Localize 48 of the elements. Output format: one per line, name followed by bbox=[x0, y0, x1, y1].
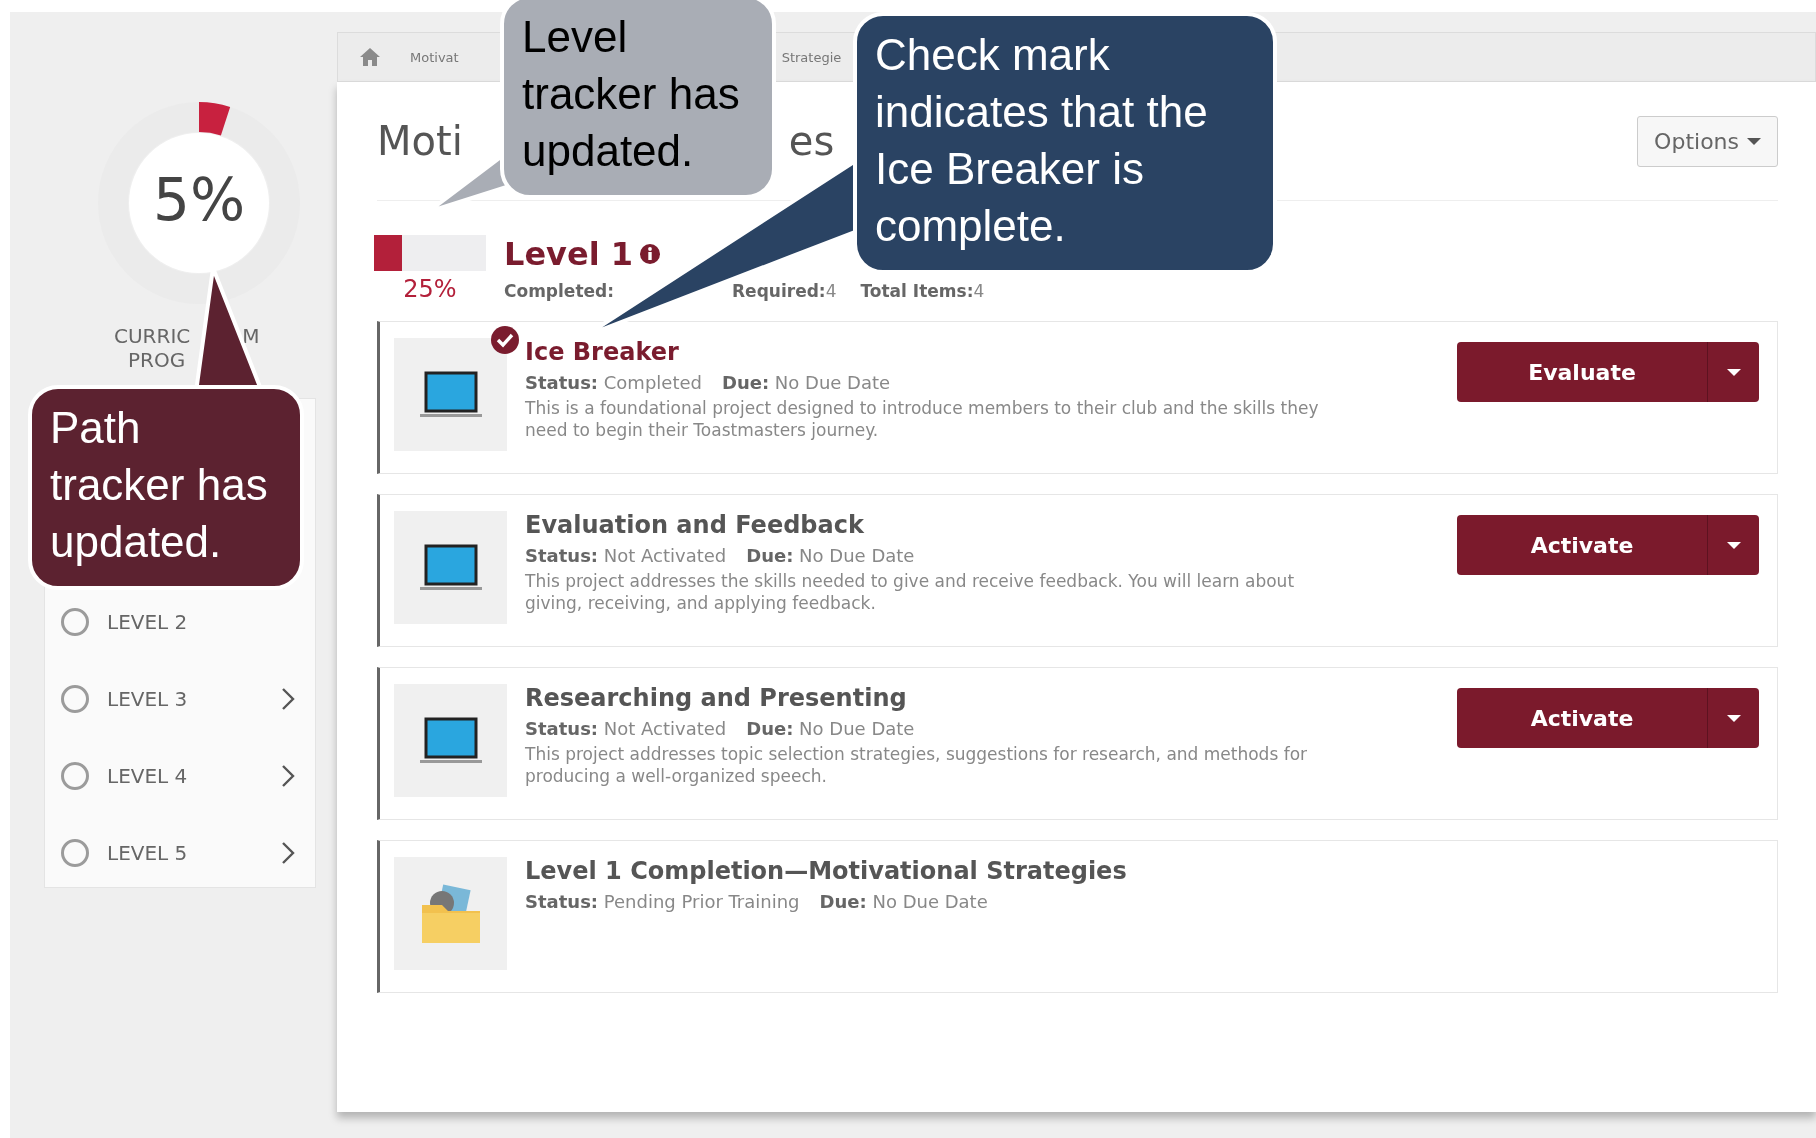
radio-circle-icon bbox=[61, 684, 89, 713]
laptop-icon bbox=[419, 369, 482, 420]
dropdown-toggle[interactable] bbox=[1707, 688, 1759, 748]
level-item[interactable]: LEVEL 5 bbox=[107, 840, 281, 865]
level-item[interactable]: LEVEL 4 bbox=[107, 763, 281, 788]
breadcrumb-link[interactable]: Strategie bbox=[781, 49, 842, 65]
level-item[interactable]: LEVEL 2 bbox=[107, 609, 295, 634]
project-title[interactable]: Evaluation and Feedback bbox=[525, 511, 1457, 539]
callout-bubble: Path tracker has updated. bbox=[28, 385, 304, 590]
project-status: Status: Not Activated Due: No Due Date bbox=[525, 545, 916, 566]
level-stat: Completed: bbox=[504, 281, 615, 301]
chevron-right-icon[interactable] bbox=[281, 840, 295, 865]
project-status: Status: Completed Due: No Due Date bbox=[525, 372, 892, 393]
home-icon[interactable] bbox=[358, 46, 382, 68]
radio-circle-icon bbox=[61, 607, 89, 636]
project-description: This project addresses the skills needed to give and receive feedback. You will learn about giving, receiving, and applying feedback. bbox=[525, 570, 1296, 615]
level-title: Level 1 bbox=[504, 235, 634, 273]
progress-caption: PROG bbox=[128, 348, 186, 372]
page-title: Moti bbox=[377, 118, 463, 164]
laptop-icon bbox=[419, 542, 482, 593]
project-description: This is a foundational project designed to introduce members to their club and the skills they need to begin their Toastmasters journey. bbox=[525, 397, 1320, 442]
project-title[interactable]: Level 1 Completion—Motivational Strategies bbox=[525, 857, 1759, 885]
project-title[interactable]: Ice Breaker bbox=[525, 338, 1457, 366]
options-button[interactable]: Options bbox=[1637, 115, 1778, 167]
project-status: Status: Pending Prior Training Due: No Due Date bbox=[525, 891, 989, 912]
project-status: Status: Not Activated Due: No Due Date bbox=[525, 718, 916, 739]
progress-percent: 5% bbox=[152, 166, 246, 234]
info-icon[interactable] bbox=[639, 243, 662, 265]
project-description: This project addresses topic selection strategies, suggestions for research, and methods for producing a well-organized speech. bbox=[525, 743, 1309, 788]
dropdown-toggle[interactable] bbox=[1707, 515, 1759, 575]
level-percent: 25% bbox=[403, 275, 457, 303]
progress-caption: CURRIC bbox=[114, 324, 191, 348]
radio-circle-icon bbox=[61, 838, 89, 867]
dropdown-toggle[interactable] bbox=[1707, 342, 1759, 402]
project-title[interactable]: Researching and Presenting bbox=[525, 684, 1457, 712]
breadcrumb-link[interactable]: Motivat bbox=[410, 49, 459, 65]
action-button[interactable]: Activate bbox=[1457, 515, 1707, 575]
action-button[interactable]: Evaluate bbox=[1457, 342, 1707, 402]
chevron-right-icon[interactable] bbox=[281, 686, 295, 711]
page-title: es bbox=[788, 118, 835, 164]
radio-circle-icon bbox=[61, 761, 89, 790]
level-stat: Total Items:4 bbox=[860, 281, 985, 301]
level-stat: Required:4 bbox=[732, 281, 837, 301]
laptop-icon bbox=[419, 715, 482, 766]
action-button[interactable]: Activate bbox=[1457, 688, 1707, 748]
level-item[interactable]: LEVEL 3 bbox=[107, 686, 281, 711]
progress-caption: M bbox=[242, 324, 260, 348]
chevron-right-icon[interactable] bbox=[281, 763, 295, 788]
